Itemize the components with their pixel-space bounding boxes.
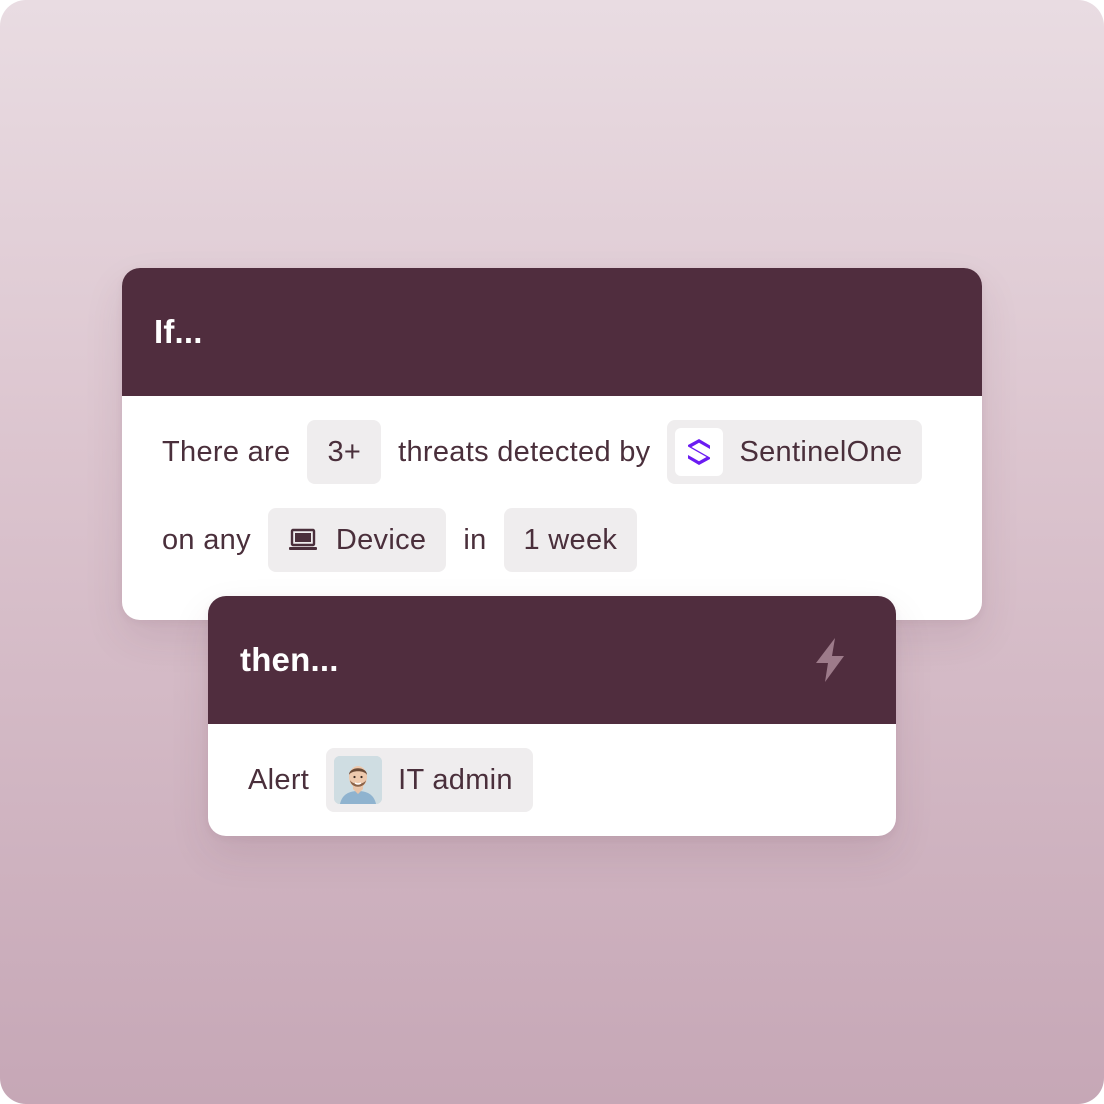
recipient-label: IT admin	[398, 763, 513, 796]
laptop-icon	[288, 528, 318, 552]
time-prefix-text: in	[463, 523, 487, 556]
if-condition-card: If... There are 3+ threats detected by S…	[122, 268, 982, 620]
device-chip[interactable]: Device	[267, 508, 447, 572]
if-card-header: If...	[122, 268, 982, 396]
background-canvas: If... There are 3+ threats detected by S…	[0, 0, 1104, 1104]
action-row: Alert IT admin	[248, 748, 533, 812]
action-prefix-text: Alert	[248, 763, 310, 796]
scope-prefix-text: on any	[162, 523, 251, 556]
condition-row-2: on any Device in 1 week	[162, 508, 638, 572]
avatar	[334, 756, 383, 804]
then-card-header: then...	[208, 596, 896, 724]
condition-row-1: There are 3+ threats detected by Sentine…	[162, 420, 923, 484]
recipient-chip[interactable]: IT admin	[326, 748, 533, 812]
condition-prefix-text: There are	[162, 435, 291, 468]
device-label: Device	[335, 523, 427, 556]
threat-source-label: SentinelOne	[739, 435, 903, 468]
threat-count-chip[interactable]: 3+	[307, 420, 382, 484]
if-card-title: If...	[154, 313, 203, 350]
condition-middle-text: threats detected by	[398, 435, 651, 468]
time-period-label: 1 week	[523, 523, 618, 556]
threat-count-label: 3+	[327, 435, 362, 468]
threat-source-chip[interactable]: SentinelOne	[667, 420, 923, 484]
then-card-title: then...	[240, 641, 339, 678]
then-action-card: then... Alert IT admin	[208, 596, 896, 836]
lightning-bolt-icon	[810, 636, 850, 684]
sentinelone-logo-icon	[675, 428, 724, 476]
time-period-chip[interactable]: 1 week	[503, 508, 638, 572]
